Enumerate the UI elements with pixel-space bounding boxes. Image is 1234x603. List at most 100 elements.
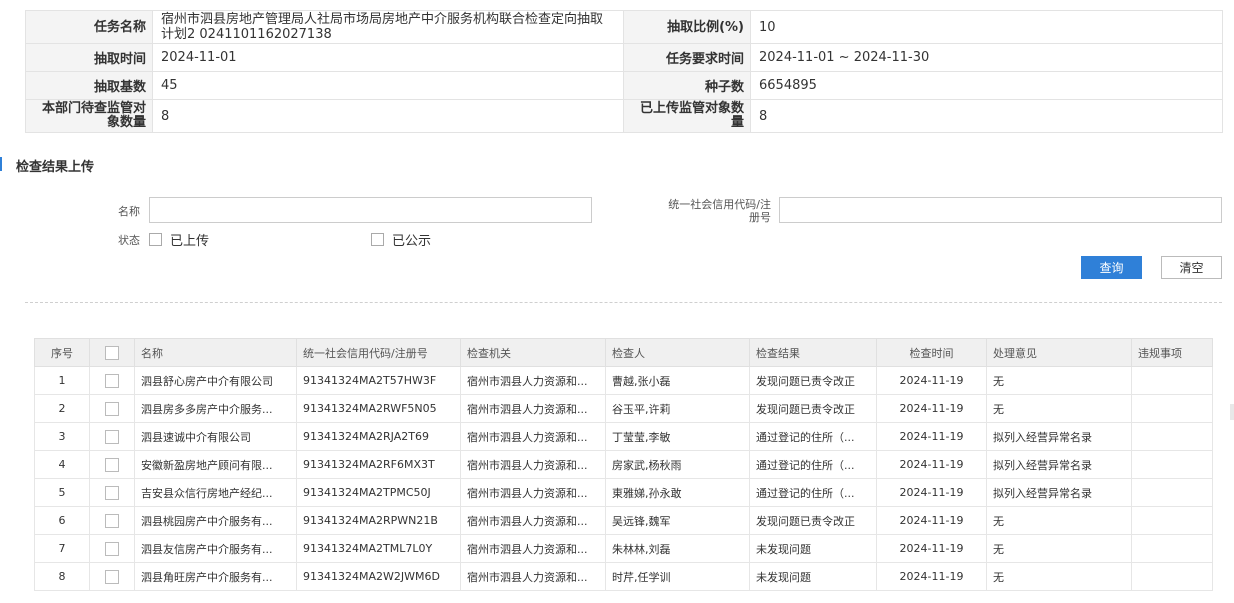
cell-violation (1131, 394, 1213, 423)
row-checkbox[interactable] (105, 485, 119, 500)
name-label: 名称 (118, 205, 140, 218)
table-row[interactable]: 5 吉安县众信行房地产经纪... 91341324MA2TPMC50J 宿州市泗县人力… (34, 478, 1213, 507)
uploaded-checkbox-label: 已上传 (170, 234, 210, 249)
section-title: 检查结果上传 (16, 160, 95, 175)
draw-time-label: 抽取时间 (25, 43, 153, 72)
cell-authority: 宿州市泗县人力资源和... (460, 422, 606, 451)
cell-time: 2024-11-19 (876, 562, 987, 591)
status-uploaded-option[interactable]: 已上传 (149, 230, 209, 249)
cell-opinion: 无 (986, 366, 1132, 395)
row-checkbox[interactable] (105, 513, 119, 528)
status-published-option[interactable]: 已公示 (371, 230, 431, 249)
row-checkbox[interactable] (105, 373, 119, 388)
base-count-label: 抽取基数 (25, 71, 153, 100)
table-row[interactable]: 1 泗县舒心房产中介有限公司 91341324MA2T57HW3F 宿州市泗县人力资源… (34, 366, 1213, 395)
cell-opinion: 无 (986, 534, 1132, 563)
row-checkbox[interactable] (105, 401, 119, 416)
row-checkbox[interactable] (105, 429, 119, 444)
cell-inspector: 東雅娣,孙永敢 (605, 478, 750, 507)
cell-index: 2 (34, 394, 90, 423)
cell-credit-code: 91341324MA2TPMC50J (296, 478, 461, 507)
credit-code-label: 统一社会信用代码/注 册号 (668, 198, 771, 224)
required-time-label: 任务要求时间 (623, 43, 751, 72)
seed-label: 种子数 (623, 71, 751, 100)
ratio-label: 抽取比例(%) (623, 10, 751, 44)
ratio-value: 10 (750, 10, 1223, 44)
pending-count-label: 本部门待查监管对 象数量 (25, 99, 153, 133)
cell-violation (1131, 562, 1213, 591)
cell-name: 泗县桃园房产中介服务有... (134, 506, 297, 535)
cell-opinion: 拟列入经营异常名录 (986, 450, 1132, 479)
section-accent-bar (0, 157, 2, 171)
table-row[interactable]: 4 安徽新盈房地产顾问有限... 91341324MA2RF6MX3T 宿州市泗县人力… (34, 450, 1213, 479)
published-checkbox[interactable] (371, 233, 384, 246)
select-all-checkbox[interactable] (105, 345, 119, 360)
cell-result: 发现问题已责令改正 (749, 506, 877, 535)
cell-result: 未发现问题 (749, 562, 877, 591)
table-header-row: 序号 名称 统一社会信用代码/注册号 检查机关 检查人 检查结果 检查时间 处理… (34, 338, 1213, 367)
cell-opinion: 拟列入经营异常名录 (986, 422, 1132, 451)
cell-result: 通过登记的住所（... (749, 422, 877, 451)
uploaded-count-label: 已上传监管对象数 量 (623, 99, 751, 133)
cell-time: 2024-11-19 (876, 478, 987, 507)
cell-select (89, 422, 135, 451)
cell-time: 2024-11-19 (876, 450, 987, 479)
cell-credit-code: 91341324MA2RF6MX3T (296, 450, 461, 479)
table-row[interactable]: 3 泗县速诚中介有限公司 91341324MA2RJA2T69 宿州市泗县人力资源和.… (34, 422, 1213, 451)
col-header-violation: 违规事项 (1131, 338, 1213, 367)
cell-time: 2024-11-19 (876, 422, 987, 451)
col-header-time: 检查时间 (876, 338, 987, 367)
uploaded-checkbox[interactable] (149, 233, 162, 246)
table-row[interactable]: 7 泗县友信房产中介服务有... 91341324MA2TML7L0Y 宿州市泗县人力… (34, 534, 1213, 563)
cell-select (89, 562, 135, 591)
cell-inspector: 吴远锋,魏军 (605, 506, 750, 535)
cell-authority: 宿州市泗县人力资源和... (460, 450, 606, 479)
cell-inspector: 时芹,任学训 (605, 562, 750, 591)
base-count-value: 45 (152, 71, 624, 100)
clear-button[interactable]: 清空 (1161, 256, 1222, 279)
cell-index: 8 (34, 562, 90, 591)
col-header-inspector: 检查人 (605, 338, 750, 367)
cell-credit-code: 91341324MA2RJA2T69 (296, 422, 461, 451)
col-header-authority: 检查机关 (460, 338, 606, 367)
cell-opinion: 拟列入经营异常名录 (986, 478, 1132, 507)
cell-index: 1 (34, 366, 90, 395)
cell-name: 泗县速诚中介有限公司 (134, 422, 297, 451)
row-checkbox[interactable] (105, 457, 119, 472)
cell-opinion: 无 (986, 394, 1132, 423)
cell-credit-code: 91341324MA2TML7L0Y (296, 534, 461, 563)
cell-inspector: 谷玉平,许莉 (605, 394, 750, 423)
cell-opinion: 无 (986, 562, 1132, 591)
cell-authority: 宿州市泗县人力资源和... (460, 562, 606, 591)
cell-select (89, 450, 135, 479)
credit-code-input[interactable] (779, 197, 1222, 223)
task-info-table: 任务名称 宿州市泗县房地产管理局人社局市场局房地产中介服务机构联合检查定向抽取计… (25, 10, 1223, 133)
table-row[interactable]: 2 泗县房多多房产中介服务... 91341324MA2RWF5N05 宿州市泗县人力… (34, 394, 1213, 423)
cell-credit-code: 91341324MA2RWF5N05 (296, 394, 461, 423)
cell-authority: 宿州市泗县人力资源和... (460, 366, 606, 395)
cell-violation (1131, 450, 1213, 479)
table-row[interactable]: 6 泗县桃园房产中介服务有... 91341324MA2RPWN21B 宿州市泗县人力… (34, 506, 1213, 535)
cell-authority: 宿州市泗县人力资源和... (460, 506, 606, 535)
col-header-result: 检查结果 (749, 338, 877, 367)
cell-inspector: 曹越,张小磊 (605, 366, 750, 395)
page-scrollbar[interactable] (1230, 404, 1234, 420)
cell-index: 3 (34, 422, 90, 451)
cell-inspector: 房家武,杨秋雨 (605, 450, 750, 479)
status-label: 状态 (118, 234, 140, 247)
cell-credit-code: 91341324MA2RPWN21B (296, 506, 461, 535)
cell-result: 发现问题已责令改正 (749, 394, 877, 423)
cell-index: 6 (34, 506, 90, 535)
table-row[interactable]: 8 泗县角旺房产中介服务有... 91341324MA2W2JWM6D 宿州市泗县人力… (34, 562, 1213, 591)
col-header-index: 序号 (34, 338, 90, 367)
row-checkbox[interactable] (105, 541, 119, 556)
cell-authority: 宿州市泗县人力资源和... (460, 478, 606, 507)
name-input[interactable] (149, 197, 592, 223)
row-checkbox[interactable] (105, 569, 119, 584)
cell-name: 泗县舒心房产中介有限公司 (134, 366, 297, 395)
cell-authority: 宿州市泗县人力资源和... (460, 534, 606, 563)
cell-result: 通过登记的住所（... (749, 478, 877, 507)
query-button[interactable]: 查询 (1081, 256, 1142, 279)
cell-name: 安徽新盈房地产顾问有限... (134, 450, 297, 479)
divider (25, 302, 1222, 303)
